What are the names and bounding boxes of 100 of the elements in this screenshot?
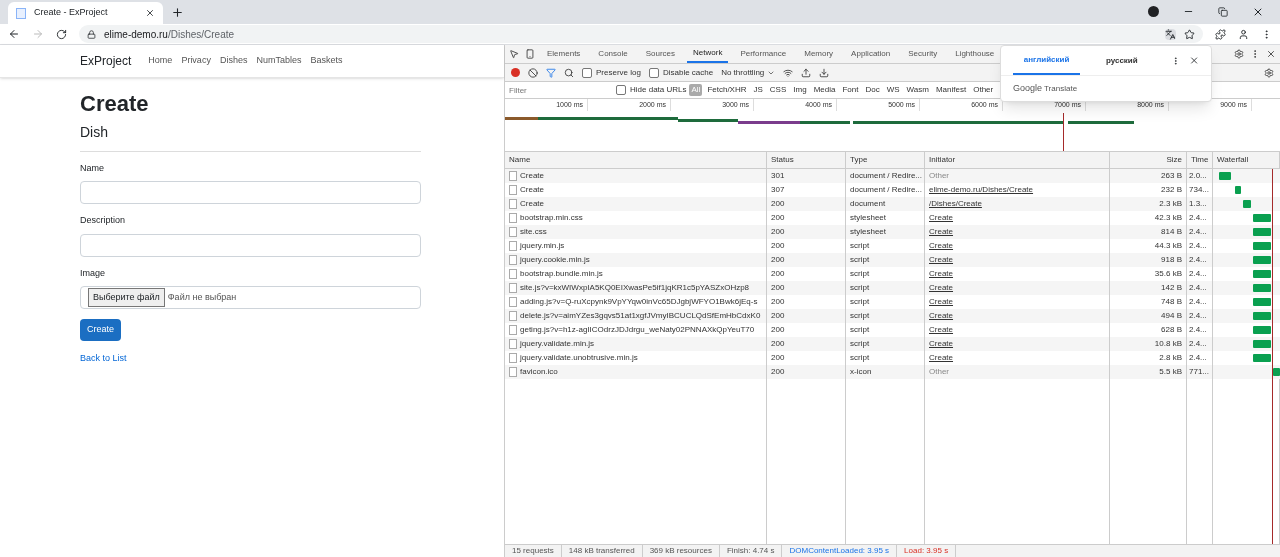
initiator-link[interactable]: Create: [929, 282, 953, 294]
restore-icon[interactable]: [1218, 7, 1228, 17]
clear-icon[interactable]: [528, 67, 538, 78]
column-header[interactable]: Name: [505, 152, 767, 168]
field-label: Image: [80, 266, 106, 280]
nav-link[interactable]: Baskets: [310, 54, 343, 68]
filter-input[interactable]: Filter: [505, 82, 613, 98]
initiator-link[interactable]: Create: [929, 226, 953, 238]
initiator-link[interactable]: Create: [929, 310, 953, 322]
settings-icon[interactable]: [1264, 67, 1274, 78]
initiator-link[interactable]: Create: [929, 352, 953, 364]
devtools-tab[interactable]: Memory: [798, 45, 840, 63]
close-icon[interactable]: [1266, 49, 1276, 59]
export-icon[interactable]: [819, 67, 830, 78]
devtools-tab[interactable]: Performance: [734, 45, 793, 63]
initiator-link[interactable]: Create: [929, 338, 953, 350]
star-icon[interactable]: [1184, 28, 1195, 40]
initiator-link[interactable]: Create: [929, 324, 953, 336]
checkbox[interactable]: [648, 67, 659, 78]
reload-icon[interactable]: [56, 28, 67, 40]
page-subtitle: Dish: [80, 121, 421, 152]
language-tab[interactable]: русский: [1088, 46, 1156, 75]
preserve-log-checkbox[interactable]: Preserve log: [582, 66, 641, 79]
back-icon[interactable]: [8, 28, 20, 40]
inspect-icon[interactable]: [509, 49, 519, 59]
size-cell: 5.5 kB: [1110, 365, 1187, 379]
record-button[interactable]: [511, 68, 520, 77]
devtools-tab[interactable]: Application: [845, 45, 897, 63]
browser-tab[interactable]: Create - ExProject: [8, 2, 163, 24]
profile-icon[interactable]: [1238, 28, 1249, 40]
throttling-dropdown[interactable]: No throttling: [721, 66, 776, 79]
type-filter[interactable]: CSS: [767, 84, 789, 96]
type-filter[interactable]: Media: [811, 84, 838, 96]
close-icon[interactable]: [145, 8, 155, 18]
settings-icon[interactable]: [1234, 49, 1244, 59]
import-icon[interactable]: [801, 67, 812, 78]
devtools-tab[interactable]: Console: [592, 45, 634, 63]
devtools-tab[interactable]: Lighthouse: [949, 45, 1001, 63]
network-conditions-icon[interactable]: [783, 67, 794, 78]
close-icon[interactable]: [1252, 6, 1264, 18]
column-header[interactable]: Initiator: [925, 152, 1110, 168]
create-button[interactable]: Create: [80, 319, 121, 341]
new-tab-icon[interactable]: [171, 6, 184, 19]
lock-icon: [87, 29, 96, 39]
choose-file-button[interactable]: Выберите файл: [88, 287, 165, 308]
nav-link[interactable]: NumTables: [256, 54, 302, 68]
hide-data-urls-checkbox[interactable]: Hide data URLs: [616, 84, 687, 96]
type-filter[interactable]: Manifest: [933, 84, 969, 96]
type-filter[interactable]: WS: [884, 84, 902, 96]
column-header[interactable]: Time: [1187, 152, 1213, 168]
devtools-tab[interactable]: Elements: [541, 45, 587, 63]
search-icon[interactable]: [564, 67, 574, 78]
file-status: Файл не выбран: [167, 290, 237, 304]
initiator-link[interactable]: Create: [929, 296, 953, 308]
devtools-tab[interactable]: Sources: [639, 45, 682, 63]
type-filter[interactable]: Doc: [863, 84, 882, 96]
nav-link[interactable]: Home: [148, 54, 173, 68]
nav-link[interactable]: Privacy: [181, 54, 211, 68]
type-filter[interactable]: Img: [791, 84, 809, 96]
status-bar-text: Load: 3.95 s: [897, 545, 957, 557]
type-filter[interactable]: Font: [840, 84, 861, 96]
address-bar[interactable]: elime-demo.ru/Dishes/Create: [79, 25, 1203, 43]
initiator-link[interactable]: Create: [929, 254, 953, 266]
page-title: Create: [80, 90, 150, 118]
type-filter[interactable]: JS: [751, 84, 765, 96]
request-name-cell[interactable]: favicon.ico: [505, 365, 767, 379]
column-header[interactable]: Waterfall: [1213, 152, 1280, 168]
extensions-icon[interactable]: [1215, 28, 1226, 40]
translate-icon[interactable]: [1165, 28, 1176, 40]
type-filter[interactable]: Other: [971, 84, 996, 96]
waterfall-bar: [1273, 368, 1280, 376]
column-header[interactable]: Status: [767, 152, 846, 168]
devtools-tab[interactable]: Security: [902, 45, 944, 63]
type-filter[interactable]: Fetch/XHR: [705, 84, 749, 96]
brand-name[interactable]: ExProject: [80, 52, 132, 70]
device-icon[interactable]: [525, 49, 535, 59]
initiator-link[interactable]: /Dishes/Create: [929, 198, 982, 210]
nav-link[interactable]: Dishes: [219, 54, 248, 68]
time-cell: 771...: [1187, 365, 1213, 379]
text-input[interactable]: [80, 233, 421, 257]
back-to-list-link[interactable]: Back to List: [80, 352, 127, 366]
checkbox[interactable]: [582, 67, 592, 78]
type-filter[interactable]: Wasm: [904, 84, 931, 96]
file-input[interactable]: Выберите файл Файл не выбран: [80, 286, 421, 309]
disable-cache-checkbox[interactable]: Disable cache: [648, 66, 714, 79]
column-header[interactable]: Size: [1110, 152, 1187, 168]
filter-icon[interactable]: [546, 67, 556, 78]
checkbox[interactable]: [616, 85, 626, 95]
type-cell: x-icon: [846, 365, 925, 379]
text-input[interactable]: [80, 181, 421, 204]
initiator-link[interactable]: elime-demo.ru/Dishes/Create: [929, 184, 1034, 196]
waterfall-bar: [1253, 326, 1271, 334]
field-label: Name: [80, 161, 105, 175]
initiator-link[interactable]: Create: [929, 240, 953, 252]
initiator-link[interactable]: Create: [929, 212, 953, 224]
language-tab[interactable]: английский: [1013, 46, 1081, 75]
column-header[interactable]: Type: [846, 152, 925, 168]
initiator-link[interactable]: Create: [929, 268, 953, 280]
initiator-cell: Other: [929, 170, 949, 182]
waterfall-bar: [1253, 312, 1271, 320]
